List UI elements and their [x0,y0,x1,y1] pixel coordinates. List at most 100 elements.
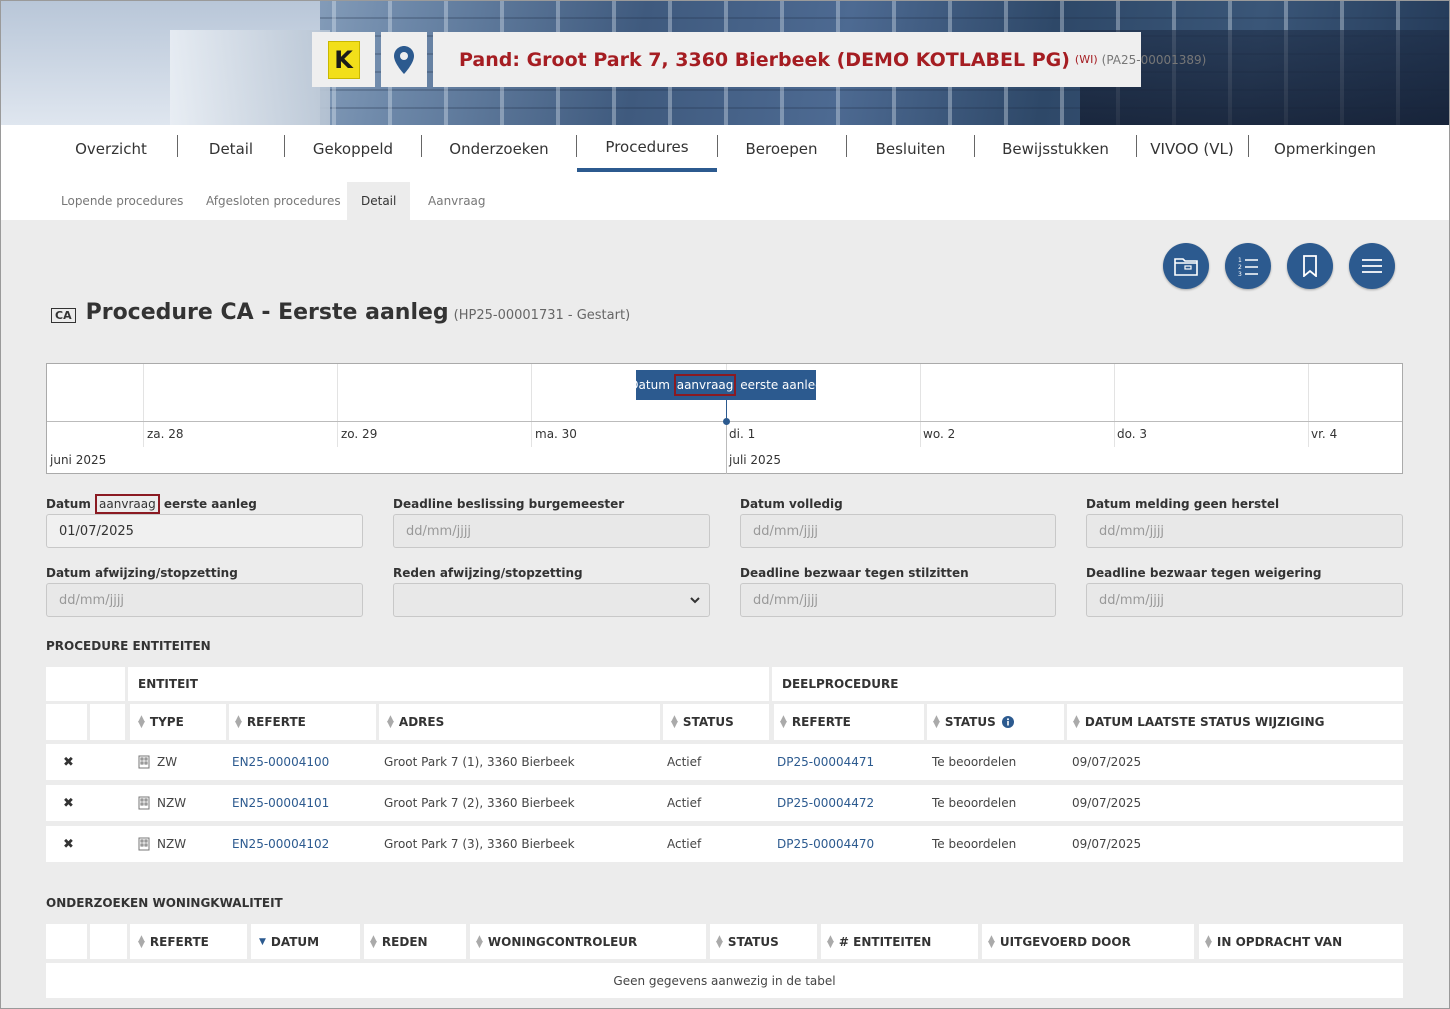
column-header-datum-laatste-wijziging[interactable]: ▲ ▼ DATUM LAATSTE STATUS WIJZIGING [1067,704,1403,740]
column-label: DATUM [270,934,320,949]
deelprocedure-referte-link[interactable]: DP25-00004472 [777,785,874,821]
entiteiten-section-title: PROCEDURE ENTITEITEN [46,639,211,653]
sort-icon: ▲ ▼ [387,714,394,730]
datum-melding-input[interactable]: dd/mm/jjjj [1086,514,1403,548]
tab-gekoppeld[interactable]: Gekoppeld [290,125,416,172]
column-header-dp-referte[interactable]: ▲ ▼ REFERTE [774,704,924,740]
entity-referte-link[interactable]: EN25-00004102 [232,826,329,862]
tab-detail[interactable]: Detail [180,125,282,172]
sub-navigation: Lopende procedures Afgesloten procedures… [0,182,1450,220]
timeline-event-pre: Datum [629,378,674,392]
page-title: Procedure CA - Eerste aanleg [85,300,449,325]
tab-divider [846,135,847,157]
column-header-entiteiten[interactable]: ▲ ▼ # ENTITEITEN [821,924,978,959]
timeline-tick [143,421,144,447]
deelprocedure-referte-link[interactable]: DP25-00004470 [777,826,874,862]
numbered-list-button[interactable]: 123 [1225,243,1271,289]
column-header-referte[interactable]: ▲ ▼ REFERTE [229,704,376,740]
location-button[interactable] [381,32,427,87]
folder-button[interactable] [1163,243,1209,289]
column-label: TYPE [149,715,184,729]
deadline-beslissing-input[interactable]: dd/mm/jjjj [393,514,710,548]
info-icon[interactable] [1001,716,1014,728]
svg-text:1: 1 [1238,257,1242,264]
timeline-gridline [1308,364,1309,421]
sort-icon: ▲ ▼ [476,933,483,950]
tab-divider [974,135,975,157]
deelprocedure-status: Te beoordelen [932,837,1017,851]
table-header-spacer [46,667,125,701]
column-header-empty [46,924,87,959]
kotlabel-logo: K [327,40,360,79]
entity-adres: Groot Park 7 (3), 3360 Bierbeek [384,837,575,851]
entity-adres: Groot Park 7 (2), 3360 Bierbeek [384,796,575,810]
column-header-in-opdracht-van[interactable]: ▲ ▼ IN OPDRACHT VAN [1199,924,1403,959]
subtab-afgesloten-procedures[interactable]: Afgesloten procedures [192,182,355,220]
column-header-datum[interactable]: ▼ DATUM [251,924,360,959]
deadline-weigering-label: Deadline bezwaar tegen weigering [1086,566,1322,580]
column-label: REFERTE [246,715,306,729]
tab-besluiten[interactable]: Besluiten [848,125,973,172]
status-wijziging-datum: 09/07/2025 [1072,796,1142,810]
timeline-event[interactable]: Datum aanvraag eerste aanleg [629,370,823,400]
tab-procedures[interactable]: Procedures [577,125,717,172]
sort-icon: ▲ ▼ [716,933,723,950]
timeline-event-post: eerste aanleg [736,378,823,392]
menu-button[interactable] [1349,243,1395,289]
property-type-badge: (WI) [1074,53,1098,66]
deelprocedure-referte-link[interactable]: DP25-00004471 [777,744,874,780]
column-header-status[interactable]: ▲ ▼ STATUS [710,924,817,959]
tab-onderzoeken[interactable]: Onderzoeken [424,125,574,172]
menu-icon [1362,259,1382,273]
svg-text:2: 2 [1238,264,1242,271]
datum-melding-label: Datum melding geen herstel [1086,497,1280,511]
tab-beroepen[interactable]: Beroepen [718,125,845,172]
timeline-day: za. 28 [147,427,184,441]
deadline-weigering-input[interactable]: dd/mm/jjjj [1086,583,1403,617]
subtab-lopende-procedures[interactable]: Lopende procedures [47,182,197,220]
timeline-gridline [531,364,532,421]
column-header-type[interactable]: ▲ ▼ TYPE [130,704,226,740]
column-header-reden[interactable]: ▲ ▼ REDEN [364,924,466,959]
app-logo[interactable]: K [312,32,375,87]
column-label: STATUS [727,934,779,949]
svg-text:3: 3 [1238,271,1242,277]
column-header-dp-status[interactable]: ▲ ▼ STATUS [927,704,1064,740]
column-header-woningcontroleur[interactable]: ▲ ▼ WONINGCONTROLEUR [470,924,706,959]
datum-aanvraag-input[interactable]: 01/07/2025 [46,514,363,548]
procedure-timeline[interactable]: Datum aanvraag eerste aanleg za. 28 zo. … [46,363,1403,474]
column-label: DATUM LAATSTE STATUS WIJZIGING [1084,715,1325,729]
subtab-detail[interactable]: Detail [347,182,411,220]
column-header-adres[interactable]: ▲ ▼ ADRES [379,704,660,740]
table-row: ✖ ZW EN25-00004100 Groot Park 7 (1), 336… [46,744,1403,780]
entity-referte-link[interactable]: EN25-00004100 [232,744,329,780]
onderzoeken-section-title: ONDERZOEKEN WONINGKWALITEIT [46,896,283,910]
timeline-day: vr. 4 [1311,427,1338,441]
column-header-referte[interactable]: ▲ ▼ REFERTE [130,924,247,959]
datum-volledig-input[interactable]: dd/mm/jjjj [740,514,1056,548]
timeline-gridline [337,364,338,421]
datum-afwijzing-input[interactable]: dd/mm/jjjj [46,583,363,617]
subtab-aanvraag[interactable]: Aanvraag [414,182,500,220]
deadline-stilzitten-input[interactable]: dd/mm/jjjj [740,583,1056,617]
tab-bewijsstukken[interactable]: Bewijsstukken [976,125,1135,172]
timeline-event-highlight: aanvraag [673,374,737,396]
bookmark-button[interactable] [1287,243,1333,289]
tab-vivoo[interactable]: VIVOO (VL) [1137,125,1247,172]
main-navigation: Overzicht Detail Gekoppeld Onderzoeken P… [0,125,1450,182]
status-wijziging-datum: 09/07/2025 [1072,837,1142,851]
entity-referte-link[interactable]: EN25-00004101 [232,785,329,821]
reden-afwijzing-select[interactable] [393,583,710,617]
procedure-subtitle: (HP25-00001731 - Gestart) [453,308,631,323]
bookmark-icon [1303,255,1317,277]
column-header-uitgevoerd-door[interactable]: ▲ ▼ UITGEVOERD DOOR [982,924,1194,959]
delete-icon[interactable]: ✖ [63,744,74,780]
tab-opmerkingen[interactable]: Opmerkingen [1250,125,1400,172]
banner-building [170,30,330,125]
property-title-bar: Pand: Groot Park 7, 3360 Bierbeek (DEMO … [433,32,1206,87]
delete-icon[interactable]: ✖ [63,785,74,821]
tab-overzicht[interactable]: Overzicht [60,125,162,172]
table-row: ✖ NZW EN25-00004102 Groot Park 7 (3), 33… [46,826,1403,862]
delete-icon[interactable]: ✖ [63,826,74,862]
column-header-status[interactable]: ▲ ▼ STATUS [663,704,769,740]
